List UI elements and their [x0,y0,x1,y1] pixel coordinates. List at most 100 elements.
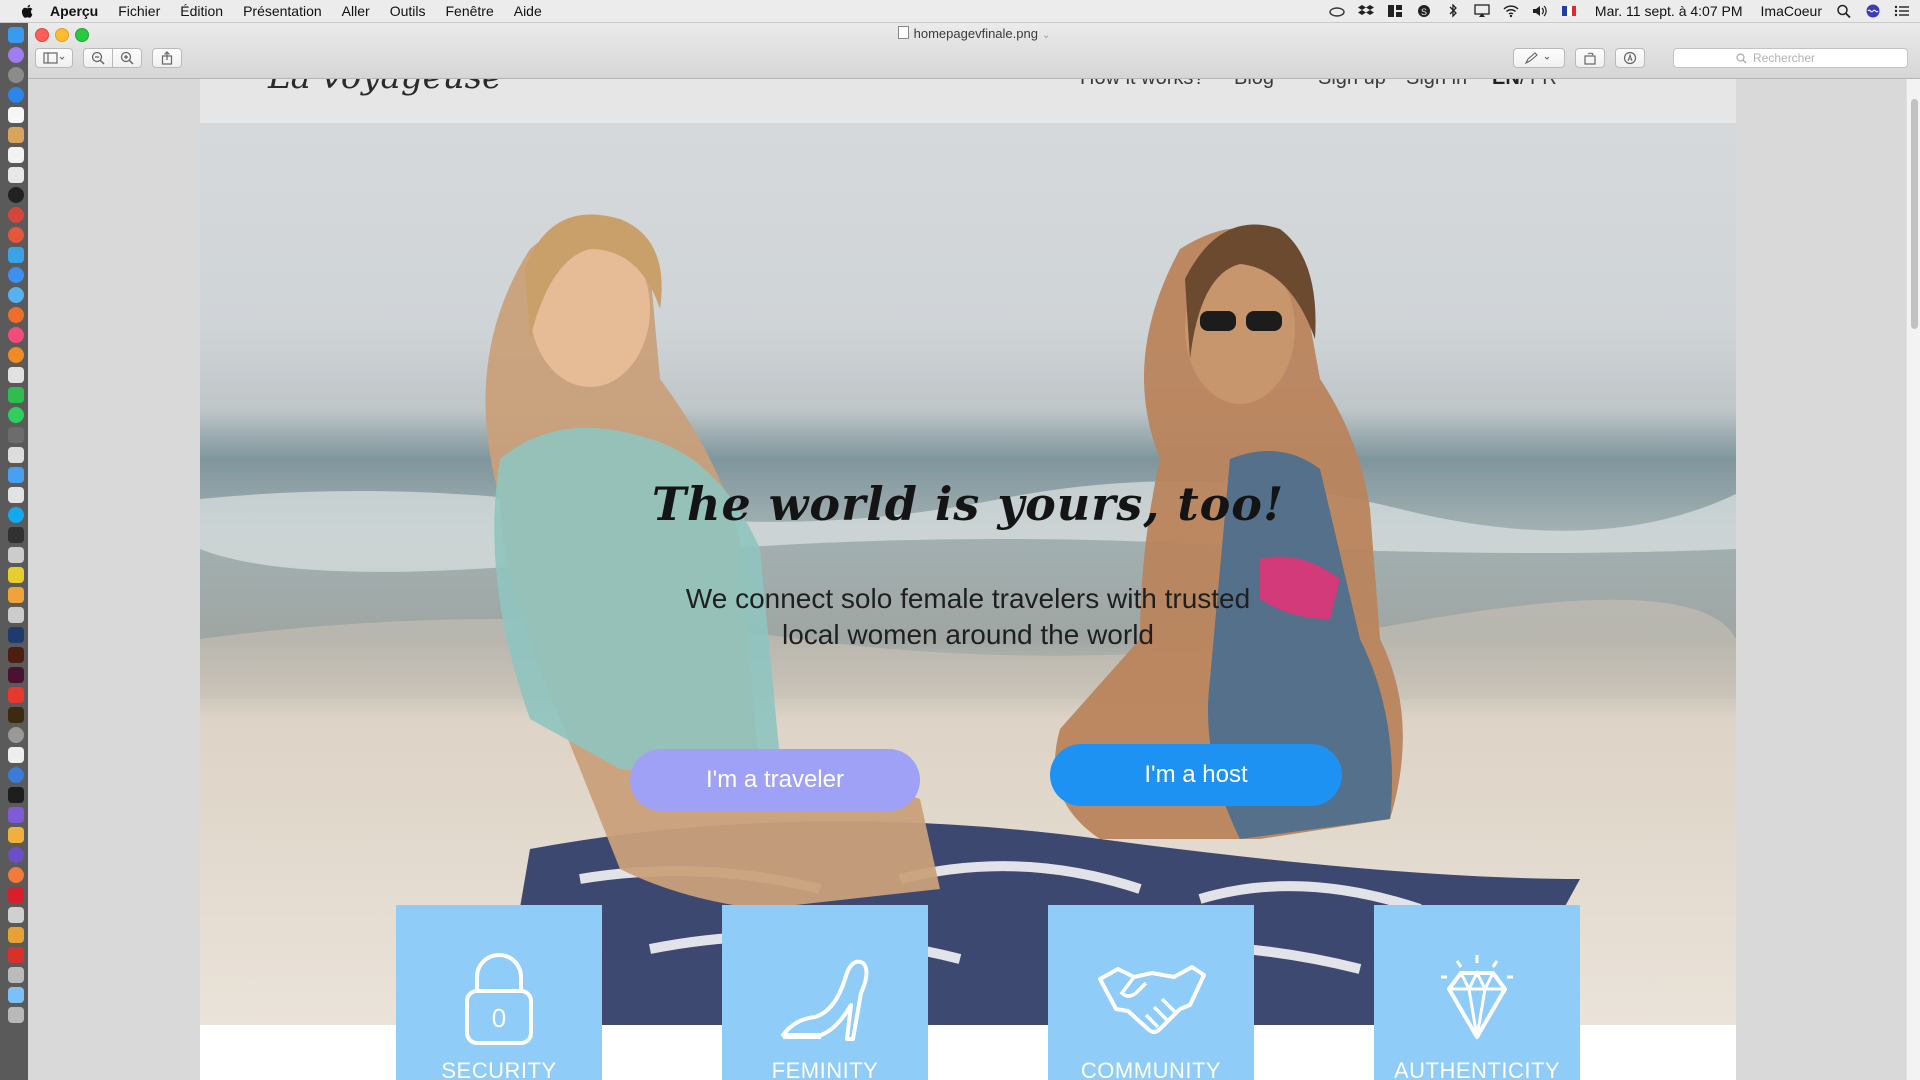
apple-menu-icon[interactable] [20,3,36,19]
kobo-icon[interactable] [8,887,24,903]
maps-icon[interactable] [8,447,24,463]
french-flag-icon[interactable] [1561,4,1577,18]
console-icon[interactable] [8,787,24,803]
rotate-button[interactable] [1575,48,1605,68]
spotlight-search-icon[interactable] [1836,4,1852,18]
mail-icon[interactable] [8,467,24,483]
pdf-app-icon[interactable] [8,947,24,963]
sidebar-toggle-button[interactable] [35,48,73,68]
wifi-icon[interactable] [1503,4,1519,18]
calendar-icon[interactable] [8,147,24,163]
vertical-scrollbar[interactable] [1906,79,1920,1080]
wifi-app-icon[interactable] [8,827,24,843]
markup-pen-button[interactable] [1513,48,1565,68]
preview-icon[interactable] [8,367,24,383]
indesign-icon[interactable] [8,667,24,683]
app-store-icon[interactable] [8,87,24,103]
zoom-out-button[interactable] [83,48,113,68]
search-input[interactable] [1751,50,1845,66]
vlc-icon[interactable] [8,347,24,363]
textedit-icon[interactable] [8,487,24,503]
terminal-icon[interactable] [8,527,24,543]
menu-fichier[interactable]: Fichier [118,3,160,19]
bluetooth-icon[interactable] [1445,4,1461,18]
vlc-dock-icon[interactable] [8,927,24,943]
vlc-alt-icon[interactable] [8,587,24,603]
feature-feminity[interactable]: FEMINITY [722,905,928,1080]
search-field[interactable] [1673,48,1908,68]
lang-en[interactable]: EN [1492,79,1520,90]
launchpad-icon[interactable] [8,67,24,83]
menubar-user[interactable]: ImaCoeur [1761,3,1822,19]
menu-fenetre[interactable]: Fenêtre [445,3,493,19]
traveler-button[interactable]: I'm a traveler [630,749,920,811]
globe-icon[interactable] [8,767,24,783]
document-icon[interactable] [8,907,24,923]
host-button[interactable]: I'm a host [1050,744,1342,806]
photos-icon[interactable] [8,547,24,563]
nav-sign-in[interactable]: Sign in [1406,79,1467,90]
nav-sign-up[interactable]: Sign up [1318,79,1386,90]
skype-dock-icon[interactable] [8,507,24,523]
site-logo[interactable]: La voyageuse [268,79,502,97]
stickies-icon[interactable] [8,567,24,583]
nav-blog[interactable]: Blog [1234,79,1274,90]
messages-icon[interactable] [8,387,24,403]
chrome-alt-icon[interactable] [8,287,24,303]
itunes-icon[interactable] [8,327,24,343]
photo-app-icon[interactable] [8,187,24,203]
firefox-icon[interactable] [8,307,24,323]
menu-outils[interactable]: Outils [390,3,426,19]
zoom-in-button[interactable] [112,48,142,68]
photoshop-icon[interactable] [8,627,24,643]
feature-security[interactable]: 0 SECURITY [396,905,602,1080]
airplay-icon[interactable] [1474,4,1490,18]
menu-aller[interactable]: Aller [342,3,370,19]
menu-app-name[interactable]: Aperçu [50,3,98,19]
notes-icon[interactable] [8,127,24,143]
star-app-icon[interactable] [8,807,24,823]
feature-community-label: COMMUNITY [1080,1058,1222,1080]
document-viewer[interactable]: La voyageuse How it works? Blog Sign up … [28,79,1920,1080]
printer-icon[interactable] [8,607,24,623]
trash-icon[interactable] [8,1007,24,1023]
safari-icon[interactable] [8,267,24,283]
siri-icon[interactable] [1865,4,1881,18]
feature-community[interactable]: COMMUNITY [1048,905,1254,1080]
calculator-icon[interactable] [8,427,24,443]
menu-aide[interactable]: Aide [514,3,542,19]
orange-app-icon[interactable] [8,867,24,883]
notification-center-icon[interactable] [1894,4,1910,18]
contacts-icon[interactable] [8,107,24,123]
utility-icon[interactable] [8,747,24,763]
nav-how-it-works[interactable]: How it works? [1080,79,1204,90]
illustrator-icon[interactable] [8,647,24,663]
cloud-icon[interactable] [1329,4,1345,18]
lang-fr[interactable]: FR [1530,79,1557,90]
siri-dock-icon[interactable] [8,47,24,63]
scrollbar-thumb[interactable] [1911,99,1918,329]
facetime-icon[interactable] [8,407,24,423]
menu-edition[interactable]: Édition [180,3,223,19]
window-title[interactable]: homepagevfinale.png ⌄ [28,26,1920,41]
dropbox-icon[interactable] [1357,4,1374,18]
menu-presentation[interactable]: Présentation [243,3,322,19]
feature-authenticity[interactable]: AUTHENTICITY [1374,905,1580,1080]
bridge-icon[interactable] [8,707,24,723]
media-app-icon[interactable] [8,207,24,223]
volume-icon[interactable] [1532,4,1548,18]
podcast-icon[interactable] [8,847,24,863]
app-status-icon[interactable] [1387,4,1403,18]
skype-icon[interactable]: S [1416,4,1432,18]
chrome-icon[interactable] [8,227,24,243]
menubar-datetime[interactable]: Mar. 11 sept. à 4:07 PM [1595,3,1743,19]
markup-toolbar-button[interactable] [1615,48,1645,68]
share-button[interactable] [152,48,182,68]
reminders-icon[interactable] [8,167,24,183]
downloads-icon[interactable] [8,967,24,983]
system-prefs-icon[interactable] [8,727,24,743]
folder-icon[interactable] [8,987,24,1003]
word-icon[interactable] [8,247,24,263]
acrobat-icon[interactable] [8,687,24,703]
finder-icon[interactable] [8,27,24,43]
